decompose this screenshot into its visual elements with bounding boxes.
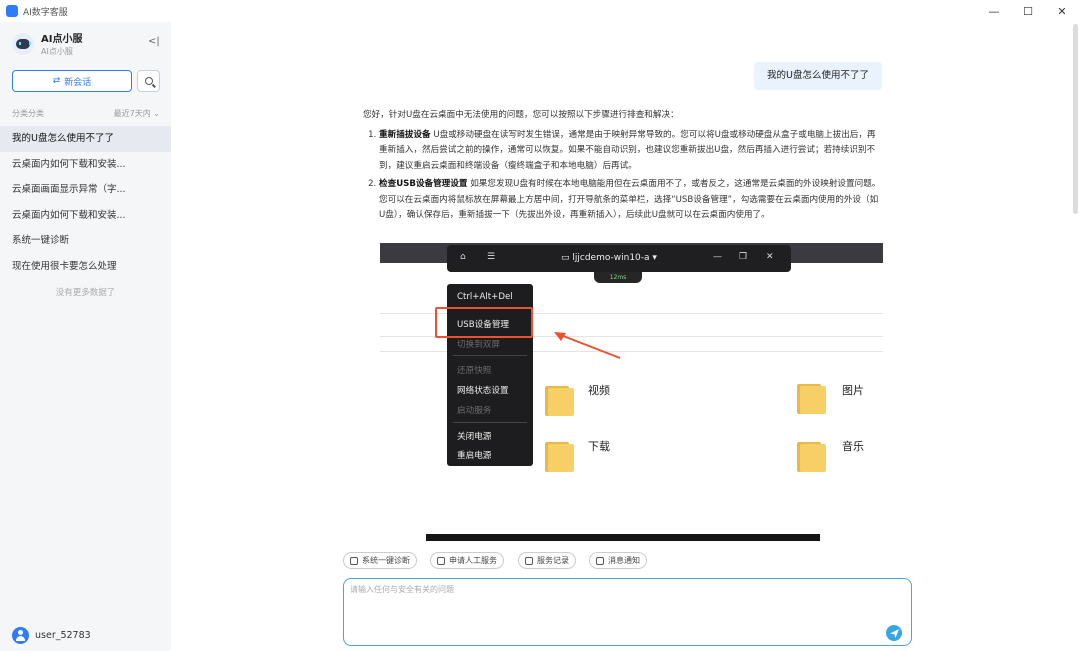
chevron-down-icon: ⌄ xyxy=(153,109,160,118)
step-title: 重新插拔设备 xyxy=(379,129,431,140)
collapse-sidebar-icon[interactable]: <| xyxy=(148,36,160,47)
answer-step: 检查USB设备管理设置 如果您发现U盘有时候在本地电脑能用但在云桌面用不了，或者… xyxy=(379,177,883,224)
restore-icon: ❐ xyxy=(739,252,748,262)
no-more-data: 没有更多数据了 xyxy=(55,288,116,298)
title-bar: AI数字客服 — ☐ ✕ xyxy=(0,0,1079,22)
user-message: 我的U盘怎么使用不了了 xyxy=(754,62,882,90)
menu-item-service: 启动服务 xyxy=(457,406,492,416)
new-chat-icon: ⇄ xyxy=(52,76,61,86)
brand-name: AI点小服 xyxy=(41,34,83,45)
new-chat-button[interactable]: ⇄ 新会话 xyxy=(12,70,132,92)
history-item[interactable]: 系统一键诊断 xyxy=(0,228,171,254)
quick-action-notifications[interactable]: 消息通知 xyxy=(589,552,647,569)
menu-icon: ☰ xyxy=(487,252,496,262)
headset-icon xyxy=(437,556,445,565)
step-body: U盘或移动硬盘在读写时发生错误，通常是由于映射异常导致的。您可以将U盘或移动硬盘… xyxy=(379,129,876,171)
folder-icon xyxy=(545,382,575,416)
menu-item-restart: 重启电源 xyxy=(457,451,492,461)
history-item[interactable]: 云桌面画面显示异常（字... xyxy=(0,177,171,203)
menu-item-restore: 还原快照 xyxy=(457,366,492,376)
menu-item-shutdown: 关闭电源 xyxy=(457,432,492,442)
search-button[interactable] xyxy=(137,70,160,92)
minimize-icon[interactable]: — xyxy=(977,0,1011,22)
robot-avatar-icon xyxy=(12,32,34,55)
chat-input-box xyxy=(343,578,912,646)
filter-value[interactable]: 最近7天内 ⌄ xyxy=(114,108,160,119)
menu-item-dual-screen: 切换到双屏 xyxy=(457,340,500,350)
chat-scrollbar[interactable] xyxy=(1073,24,1078,214)
history-item[interactable]: 云桌面内如何下载和安装... xyxy=(0,203,171,229)
send-button[interactable] xyxy=(886,625,902,641)
screenshot-bottom-bar xyxy=(426,534,820,541)
answer-intro: 您好，针对U盘在云桌面中无法使用的问题，您可以按照以下步骤进行排查和解决： xyxy=(363,110,679,120)
home-icon: ⌂ xyxy=(460,252,466,262)
cloud-desktop-toolbar: ⌂ ☰ ▭ ljjcdemo-win10-a ▾ — ❐ ✕ xyxy=(447,245,791,272)
chat-input[interactable] xyxy=(350,584,890,639)
folder-label-music: 音乐 xyxy=(842,440,864,453)
history-item[interactable]: 现在使用很卡要怎么处理 xyxy=(0,254,171,280)
search-icon xyxy=(144,77,153,85)
history-item[interactable]: 我的U盘怎么使用不了了 xyxy=(0,126,171,152)
folder-icon xyxy=(797,380,827,414)
new-chat-label: 新会话 xyxy=(64,77,92,88)
send-icon xyxy=(889,628,899,638)
quick-action-diagnose[interactable]: 系统一键诊断 xyxy=(343,552,417,569)
window-title: AI数字客服 xyxy=(23,7,68,18)
assistant-answer: 您好，针对U盘在云桌面中无法使用的问题，您可以按照以下步骤进行排查和解决： 重新… xyxy=(363,108,883,227)
brand-subtitle: AI点小服 xyxy=(41,47,73,56)
folder-label-downloads: 下载 xyxy=(588,440,610,453)
folder-icon xyxy=(797,438,827,472)
app-logo-icon xyxy=(6,5,18,17)
record-icon xyxy=(525,556,533,565)
folder-label-videos: 视频 xyxy=(588,384,610,397)
close-icon[interactable]: ✕ xyxy=(1045,0,1079,22)
answer-step: 重新插拔设备 U盘或移动硬盘在读写时发生错误，通常是由于映射异常导致的。您可以将… xyxy=(379,128,883,175)
close-icon: ✕ xyxy=(766,252,774,262)
sidebar: AI点小服 AI点小服 <| ⇄ 新会话 分类分类 最近7天内 ⌄ 我的U盘怎么… xyxy=(0,22,171,651)
latency-indicator: 12ms xyxy=(594,272,642,283)
menu-item-ctrl-alt-del: Ctrl+Alt+Del xyxy=(457,292,513,302)
user-profile[interactable]: user_52783 xyxy=(12,627,91,644)
bell-icon xyxy=(596,556,604,565)
history-filter[interactable]: 分类分类 最近7天内 ⌄ xyxy=(12,108,160,119)
folder-icon xyxy=(545,438,575,472)
folder-label-pictures: 图片 xyxy=(842,384,864,397)
history-item[interactable]: 云桌面内如何下载和安装... xyxy=(0,152,171,178)
pointer-arrow-icon xyxy=(554,332,621,359)
filter-label: 分类分类 xyxy=(12,109,44,118)
maximize-icon[interactable]: ☐ xyxy=(1011,0,1045,22)
quick-action-service-record[interactable]: 服务记录 xyxy=(518,552,576,569)
step-title: 检查USB设备管理设置 xyxy=(379,179,468,189)
menu-separator xyxy=(453,355,527,356)
brand: AI点小服 AI点小服 xyxy=(12,30,82,57)
user-avatar-icon xyxy=(12,627,29,644)
highlight-box xyxy=(435,307,533,338)
quick-action-human-service[interactable]: 申请人工服务 xyxy=(430,552,504,569)
minimize-icon: — xyxy=(713,252,722,262)
username: user_52783 xyxy=(35,630,91,641)
desktop-host: ▭ ljjcdemo-win10-a ▾ xyxy=(561,253,657,263)
history-list: 我的U盘怎么使用不了了 云桌面内如何下载和安装... 云桌面画面显示异常（字..… xyxy=(0,126,171,279)
menu-item-network: 网络状态设置 xyxy=(457,386,509,396)
menu-separator xyxy=(453,422,527,423)
diagnose-icon xyxy=(350,556,358,565)
